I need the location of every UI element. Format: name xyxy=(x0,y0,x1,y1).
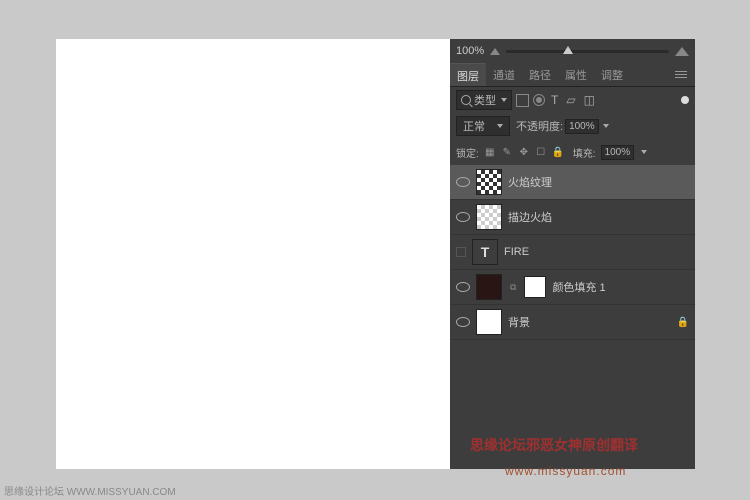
lock-brush-icon[interactable]: ✎ xyxy=(501,146,513,158)
tab-layers[interactable]: 图层 xyxy=(450,63,486,86)
layer-name[interactable]: 描边火焰 xyxy=(508,209,552,225)
opacity-label: 不透明度: xyxy=(516,118,563,134)
layer-name[interactable]: 火焰纹理 xyxy=(508,174,552,190)
zoom-in-icon[interactable] xyxy=(675,47,689,56)
lock-row: 锁定: ▦ ✎ ✥ ☐ 🔒 填充: 100% xyxy=(450,139,695,165)
tab-paths[interactable]: 路径 xyxy=(522,63,558,86)
lock-all-icon[interactable]: 🔒 xyxy=(552,146,564,158)
zoom-controls: 100% xyxy=(450,39,695,63)
watermark-url: www.missyuan.com xyxy=(505,464,626,478)
opacity-value[interactable]: 100% xyxy=(565,119,599,134)
layer-thumbnail[interactable] xyxy=(476,169,502,195)
tab-adjustments[interactable]: 调整 xyxy=(594,63,630,86)
visibility-icon[interactable] xyxy=(456,175,470,189)
visibility-icon[interactable] xyxy=(456,280,470,294)
layer-row[interactable]: 描边火焰 xyxy=(450,200,695,235)
filter-row: 类型 T ▱ ◫ xyxy=(450,87,695,113)
layer-name[interactable]: FIRE xyxy=(504,246,529,258)
layer-name[interactable]: 背景 xyxy=(508,314,530,330)
chevron-down-icon[interactable] xyxy=(641,150,647,154)
layer-row[interactable]: 火焰纹理 xyxy=(450,165,695,200)
lock-move-icon[interactable]: ✥ xyxy=(518,146,530,158)
layers-panel: 100% 图层 通道 路径 属性 调整 类型 T ▱ ◫ xyxy=(450,39,695,469)
filter-smart-icon[interactable]: ◫ xyxy=(582,93,597,107)
filter-text-icon[interactable]: T xyxy=(549,93,560,107)
layer-mask[interactable] xyxy=(524,276,546,298)
zoom-value[interactable]: 100% xyxy=(456,45,484,57)
lock-artboard-icon[interactable]: ☐ xyxy=(535,146,547,158)
filter-shape-icon[interactable]: ▱ xyxy=(564,93,577,107)
opacity-control: 不透明度: 100% xyxy=(516,118,609,134)
layer-thumbnail[interactable] xyxy=(476,204,502,230)
panel-menu-icon[interactable] xyxy=(667,63,695,86)
visibility-icon[interactable] xyxy=(456,315,470,329)
chevron-down-icon xyxy=(497,124,503,128)
layer-thumbnail[interactable] xyxy=(476,309,502,335)
layers-list: 火焰纹理 描边火焰 T FIRE ⧉ 颜色填充 1 xyxy=(450,165,695,469)
lock-icon: 🔒 xyxy=(677,317,689,328)
fill-value[interactable]: 100% xyxy=(601,145,635,160)
blend-mode-label: 正常 xyxy=(463,118,485,134)
layer-thumbnail[interactable]: T xyxy=(472,239,498,265)
visibility-icon[interactable] xyxy=(456,210,470,224)
lock-label: 锁定: xyxy=(456,145,479,160)
filter-adjust-icon[interactable] xyxy=(533,94,545,106)
layer-name[interactable]: 颜色填充 1 xyxy=(552,279,605,295)
layer-thumbnail[interactable] xyxy=(476,274,502,300)
watermark-text: 思缘论坛邪恶女神原创翻译 xyxy=(470,435,638,455)
lock-trans-icon[interactable]: ▦ xyxy=(484,146,496,158)
layer-row[interactable]: 背景 🔒 xyxy=(450,305,695,340)
zoom-slider[interactable] xyxy=(506,50,669,53)
zoom-out-icon[interactable] xyxy=(490,48,500,55)
search-icon xyxy=(461,95,471,105)
blend-mode-select[interactable]: 正常 xyxy=(456,116,510,136)
filter-toggle[interactable] xyxy=(681,96,689,104)
blend-row: 正常 不透明度: 100% xyxy=(450,113,695,139)
visibility-icon[interactable] xyxy=(456,247,466,257)
layer-row[interactable]: ⧉ 颜色填充 1 xyxy=(450,270,695,305)
filter-label: 类型 xyxy=(474,92,496,108)
layer-row[interactable]: T FIRE xyxy=(450,235,695,270)
filter-select[interactable]: 类型 xyxy=(456,90,512,110)
link-icon[interactable]: ⧉ xyxy=(508,282,518,293)
footer-text: 思缘设计论坛 WWW.MISSYUAN.COM xyxy=(4,483,176,498)
tab-channels[interactable]: 通道 xyxy=(486,63,522,86)
panel-tabs: 图层 通道 路径 属性 调整 xyxy=(450,63,695,87)
chevron-down-icon xyxy=(501,98,507,102)
chevron-down-icon[interactable] xyxy=(603,124,609,128)
fill-label: 填充: xyxy=(573,145,596,160)
slider-thumb[interactable] xyxy=(563,46,573,54)
canvas-area[interactable] xyxy=(56,39,450,469)
filter-pixel-icon[interactable] xyxy=(516,94,529,107)
tab-properties[interactable]: 属性 xyxy=(558,63,594,86)
